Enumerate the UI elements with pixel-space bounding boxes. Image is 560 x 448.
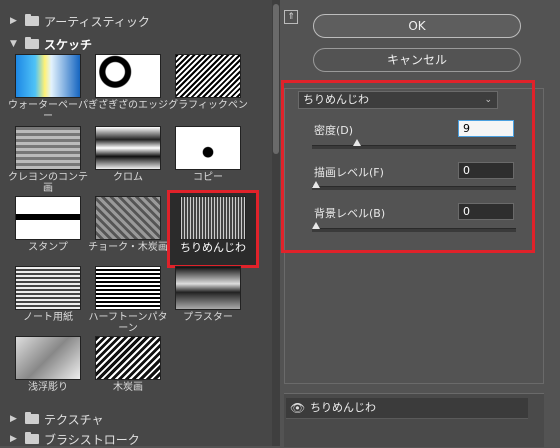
filter-thumb-conte-crayon[interactable]: クレヨンのコンテ画 (8, 126, 88, 194)
filter-thumb-graphic-pen[interactable]: グラフィックペン (168, 54, 248, 111)
category-sketch-label: スケッチ (44, 37, 93, 52)
gallery-scrollbar[interactable] (272, 0, 280, 446)
filter-thumb-reticulation[interactable]: ちりめんじわ (173, 196, 253, 253)
folder-icon (25, 14, 39, 26)
filter-preview-image (95, 196, 161, 240)
filter-thumb-label: コピー (193, 172, 223, 183)
filter-preview-image (15, 336, 81, 380)
filter-thumb-label: ウォーターペーパー (8, 100, 88, 122)
filter-preview-image (15, 54, 81, 98)
filter-thumb-plaster[interactable]: プラスター (168, 266, 248, 323)
filter-thumb-label: ハーフトーンパターン (88, 312, 168, 334)
divider (286, 418, 528, 419)
filter-preview-image (95, 336, 161, 380)
effect-layer-name: ちりめんじわ (310, 401, 376, 414)
category-brush-strokes-label: ブラシストローク (44, 432, 140, 447)
folder-icon (25, 412, 39, 424)
expand-arrow-icon[interactable]: ▶ (10, 414, 20, 424)
filter-thumb-label: チョーク・木炭画 (88, 242, 168, 253)
filter-thumb-bas-relief[interactable]: 浅浮彫り (8, 336, 88, 393)
filter-preview-image (175, 266, 241, 310)
filter-preview-image (15, 196, 81, 240)
filter-preview-image (15, 126, 81, 170)
category-texture-label: テクスチャ (44, 412, 104, 427)
filter-preview-image (95, 126, 161, 170)
filter-preview-image (95, 54, 161, 98)
filter-thumb-label: 木炭画 (113, 382, 143, 393)
cancel-button[interactable]: キャンセル (313, 48, 521, 72)
params-highlight (281, 80, 535, 253)
filter-thumb-torn-edges[interactable]: ぎざぎざのエッジ (88, 54, 168, 111)
collapse-arrow-icon[interactable]: ▼ (10, 39, 20, 49)
filter-thumb-label: クレヨンのコンテ画 (8, 172, 88, 194)
filter-thumb-photocopy[interactable]: コピー (168, 126, 248, 183)
expand-arrow-icon[interactable]: ▶ (10, 434, 20, 444)
scrollbar-thumb[interactable] (273, 4, 279, 154)
filter-thumb-label: クロム (113, 172, 143, 183)
filter-thumb-note-paper[interactable]: ノート用紙 (8, 266, 88, 323)
filter-gallery-list: ▶ アーティスティック ▼ スケッチ ウォーターペーパー ぎざぎざのエッジ グラ… (0, 0, 273, 448)
folder-icon (25, 37, 39, 49)
filter-thumb-chrome[interactable]: クロム (88, 126, 168, 183)
filter-preview-image (175, 126, 241, 170)
filter-thumb-charcoal[interactable]: 木炭画 (88, 336, 168, 393)
filter-preview-image (180, 196, 246, 240)
collapse-gallery-icon[interactable]: ⇑ (284, 10, 298, 24)
filter-thumb-label: スタンプ (28, 242, 68, 253)
folder-icon (25, 432, 39, 444)
filter-thumb-label: ぎざぎざのエッジ (88, 100, 168, 111)
visibility-eye-icon[interactable]: 👁 (290, 398, 305, 418)
filter-thumb-label: ちりめんじわ (180, 241, 246, 254)
filter-thumb-halftone-pattern[interactable]: ハーフトーンパターン (88, 266, 168, 334)
ok-button[interactable]: OK (313, 14, 521, 38)
filter-thumb-water-paper[interactable]: ウォーターペーパー (8, 54, 88, 122)
filter-preview-image (95, 266, 161, 310)
category-artistic[interactable]: ▶ アーティスティック (10, 12, 150, 30)
filter-thumb-label: グラフィックペン (168, 100, 248, 111)
category-brush-strokes[interactable]: ▶ ブラシストローク (10, 430, 140, 448)
filter-thumb-label: 浅浮彫り (28, 382, 68, 393)
category-artistic-label: アーティスティック (44, 14, 150, 29)
filter-thumb-stamp[interactable]: スタンプ (8, 196, 88, 253)
category-sketch[interactable]: ▼ スケッチ (10, 35, 92, 53)
expand-arrow-icon[interactable]: ▶ (10, 16, 20, 26)
filter-thumb-label: プラスター (183, 312, 233, 323)
category-texture[interactable]: ▶ テクスチャ (10, 410, 104, 428)
effect-layer-row[interactable]: 👁 ちりめんじわ (286, 398, 528, 418)
filter-thumb-label: ノート用紙 (23, 312, 73, 323)
filter-preview-image (15, 266, 81, 310)
filter-thumb-chalk-charcoal[interactable]: チョーク・木炭画 (88, 196, 168, 253)
filter-preview-image (175, 54, 241, 98)
